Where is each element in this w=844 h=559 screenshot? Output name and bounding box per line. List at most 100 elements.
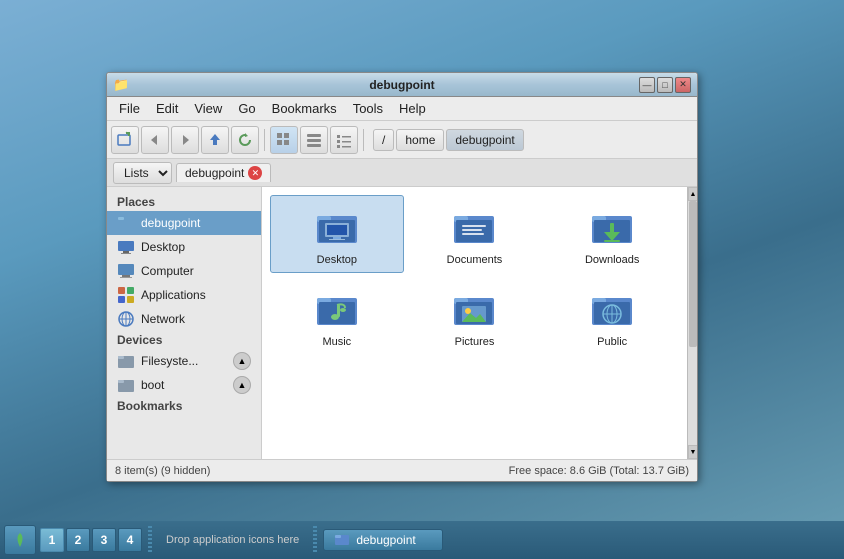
forward-button[interactable] xyxy=(171,126,199,154)
taskbar-app-label: debugpoint xyxy=(356,533,415,547)
scroll-up-button[interactable]: ▲ xyxy=(688,187,697,201)
taskbar-app-button[interactable]: debugpoint xyxy=(323,529,443,551)
free-space: Free space: 8.6 GiB (Total: 13.7 GiB) xyxy=(509,465,689,477)
network-icon xyxy=(117,310,135,328)
public-folder-icon xyxy=(588,284,636,332)
workspace-3-button[interactable]: 3 xyxy=(92,528,116,552)
menu-edit[interactable]: Edit xyxy=(150,99,184,118)
pictures-file-label: Pictures xyxy=(455,336,495,348)
new-window-button[interactable] xyxy=(111,126,139,154)
sidebar-item-debugpoint-label: debugpoint xyxy=(141,216,200,230)
sidebar-item-filesystem-label: Filesyste... xyxy=(141,354,198,368)
sidebar-item-computer-label: Computer xyxy=(141,264,194,278)
window-controls: — □ ✕ xyxy=(639,77,691,93)
downloads-folder-icon xyxy=(588,202,636,250)
workspace-switcher: 1 2 3 4 xyxy=(40,528,142,552)
file-grid: Desktop xyxy=(270,195,679,355)
view-type-dropdown[interactable]: Lists xyxy=(113,162,172,184)
sidebar-item-boot-label: boot xyxy=(141,378,164,392)
file-item-pictures[interactable]: Pictures xyxy=(408,277,542,355)
sidebar: Places debugpoint Desktop Computer Appli… xyxy=(107,187,262,459)
filesystem-icon xyxy=(117,352,135,370)
refresh-button[interactable] xyxy=(231,126,259,154)
list-view-button[interactable] xyxy=(330,126,358,154)
file-manager-window: 📁 debugpoint — □ ✕ File Edit View Go Boo… xyxy=(106,72,698,482)
minimize-button[interactable]: — xyxy=(639,77,655,93)
sidebar-item-applications[interactable]: Applications xyxy=(107,283,261,307)
filesystem-eject-button[interactable]: ▲ xyxy=(233,352,251,370)
toolbar-sep-1 xyxy=(264,129,265,151)
back-button[interactable] xyxy=(141,126,169,154)
taskbar-separator xyxy=(148,526,152,554)
music-folder-icon xyxy=(313,284,361,332)
sidebar-item-network-label: Network xyxy=(141,312,185,326)
path-current-button[interactable]: debugpoint xyxy=(446,129,523,151)
items-count: 8 item(s) (9 hidden) xyxy=(115,465,210,477)
titlebar: 📁 debugpoint — □ ✕ xyxy=(107,73,697,97)
downloads-file-label: Downloads xyxy=(585,254,639,266)
workspace-4-button[interactable]: 4 xyxy=(118,528,142,552)
window-title: debugpoint xyxy=(369,78,434,92)
taskbar: 1 2 3 4 Drop application icons here debu… xyxy=(0,521,844,559)
places-section-label: Places xyxy=(107,193,261,211)
close-button[interactable]: ✕ xyxy=(675,77,691,93)
tab-close-button[interactable]: ✕ xyxy=(248,166,262,180)
locationbar: Lists debugpoint ✕ xyxy=(107,159,697,187)
sidebar-item-boot[interactable]: boot xyxy=(117,376,164,394)
desktop-folder-icon xyxy=(313,202,361,250)
path-home-button[interactable]: home xyxy=(396,129,444,151)
public-file-label: Public xyxy=(597,336,627,348)
desktop-icon xyxy=(117,238,135,256)
file-item-documents[interactable]: Documents xyxy=(408,195,542,273)
vertical-scrollbar[interactable]: ▲ ▼ xyxy=(687,187,697,459)
statusbar: 8 item(s) (9 hidden) Free space: 8.6 GiB… xyxy=(107,459,697,481)
taskbar-system-button[interactable] xyxy=(4,525,36,555)
file-item-public[interactable]: Public xyxy=(545,277,679,355)
file-item-desktop[interactable]: Desktop xyxy=(270,195,404,273)
sidebar-item-debugpoint[interactable]: debugpoint xyxy=(107,211,261,235)
path-breadcrumb: / home debugpoint xyxy=(373,129,524,151)
sidebar-item-desktop-label: Desktop xyxy=(141,240,185,254)
menu-tools[interactable]: Tools xyxy=(347,99,389,118)
file-item-downloads[interactable]: Downloads xyxy=(545,195,679,273)
file-area: Desktop xyxy=(262,187,697,459)
workspace-2-button[interactable]: 2 xyxy=(66,528,90,552)
content-area: Places debugpoint Desktop Computer Appli… xyxy=(107,187,697,459)
maximize-button[interactable]: □ xyxy=(657,77,673,93)
scroll-track[interactable] xyxy=(688,201,697,445)
documents-folder-icon xyxy=(450,202,498,250)
menu-help[interactable]: Help xyxy=(393,99,432,118)
path-root-button[interactable]: / xyxy=(373,129,394,151)
menu-bookmarks[interactable]: Bookmarks xyxy=(266,99,343,118)
pictures-folder-icon xyxy=(450,284,498,332)
sidebar-item-network[interactable]: Network xyxy=(107,307,261,331)
up-button[interactable] xyxy=(201,126,229,154)
sidebar-item-filesystem[interactable]: Filesyste... xyxy=(117,352,198,370)
file-item-music[interactable]: Music xyxy=(270,277,404,355)
bookmarks-section-label: Bookmarks xyxy=(107,397,261,415)
sidebar-item-boot-row: boot ▲ xyxy=(107,373,261,397)
menubar: File Edit View Go Bookmarks Tools Help xyxy=(107,97,697,121)
debugpoint-icon xyxy=(117,214,135,232)
documents-file-label: Documents xyxy=(447,254,503,266)
sidebar-item-filesystem-row: Filesyste... ▲ xyxy=(107,349,261,373)
sidebar-item-desktop[interactable]: Desktop xyxy=(107,235,261,259)
menu-go[interactable]: Go xyxy=(232,99,261,118)
compact-view-button[interactable] xyxy=(300,126,328,154)
boot-eject-button[interactable]: ▲ xyxy=(233,376,251,394)
applications-icon xyxy=(117,286,135,304)
menu-view[interactable]: View xyxy=(188,99,228,118)
scroll-thumb[interactable] xyxy=(689,201,697,347)
boot-icon xyxy=(117,376,135,394)
titlebar-icon: 📁 xyxy=(113,77,129,93)
toolbar-sep-2 xyxy=(363,129,364,151)
current-tab[interactable]: debugpoint ✕ xyxy=(176,163,271,182)
computer-icon xyxy=(117,262,135,280)
sidebar-item-applications-label: Applications xyxy=(141,288,206,302)
menu-file[interactable]: File xyxy=(113,99,146,118)
workspace-1-button[interactable]: 1 xyxy=(40,528,64,552)
sidebar-item-computer[interactable]: Computer xyxy=(107,259,261,283)
icon-view-button[interactable] xyxy=(270,126,298,154)
taskbar-drop-text: Drop application icons here xyxy=(158,534,307,546)
scroll-down-button[interactable]: ▼ xyxy=(688,445,697,459)
